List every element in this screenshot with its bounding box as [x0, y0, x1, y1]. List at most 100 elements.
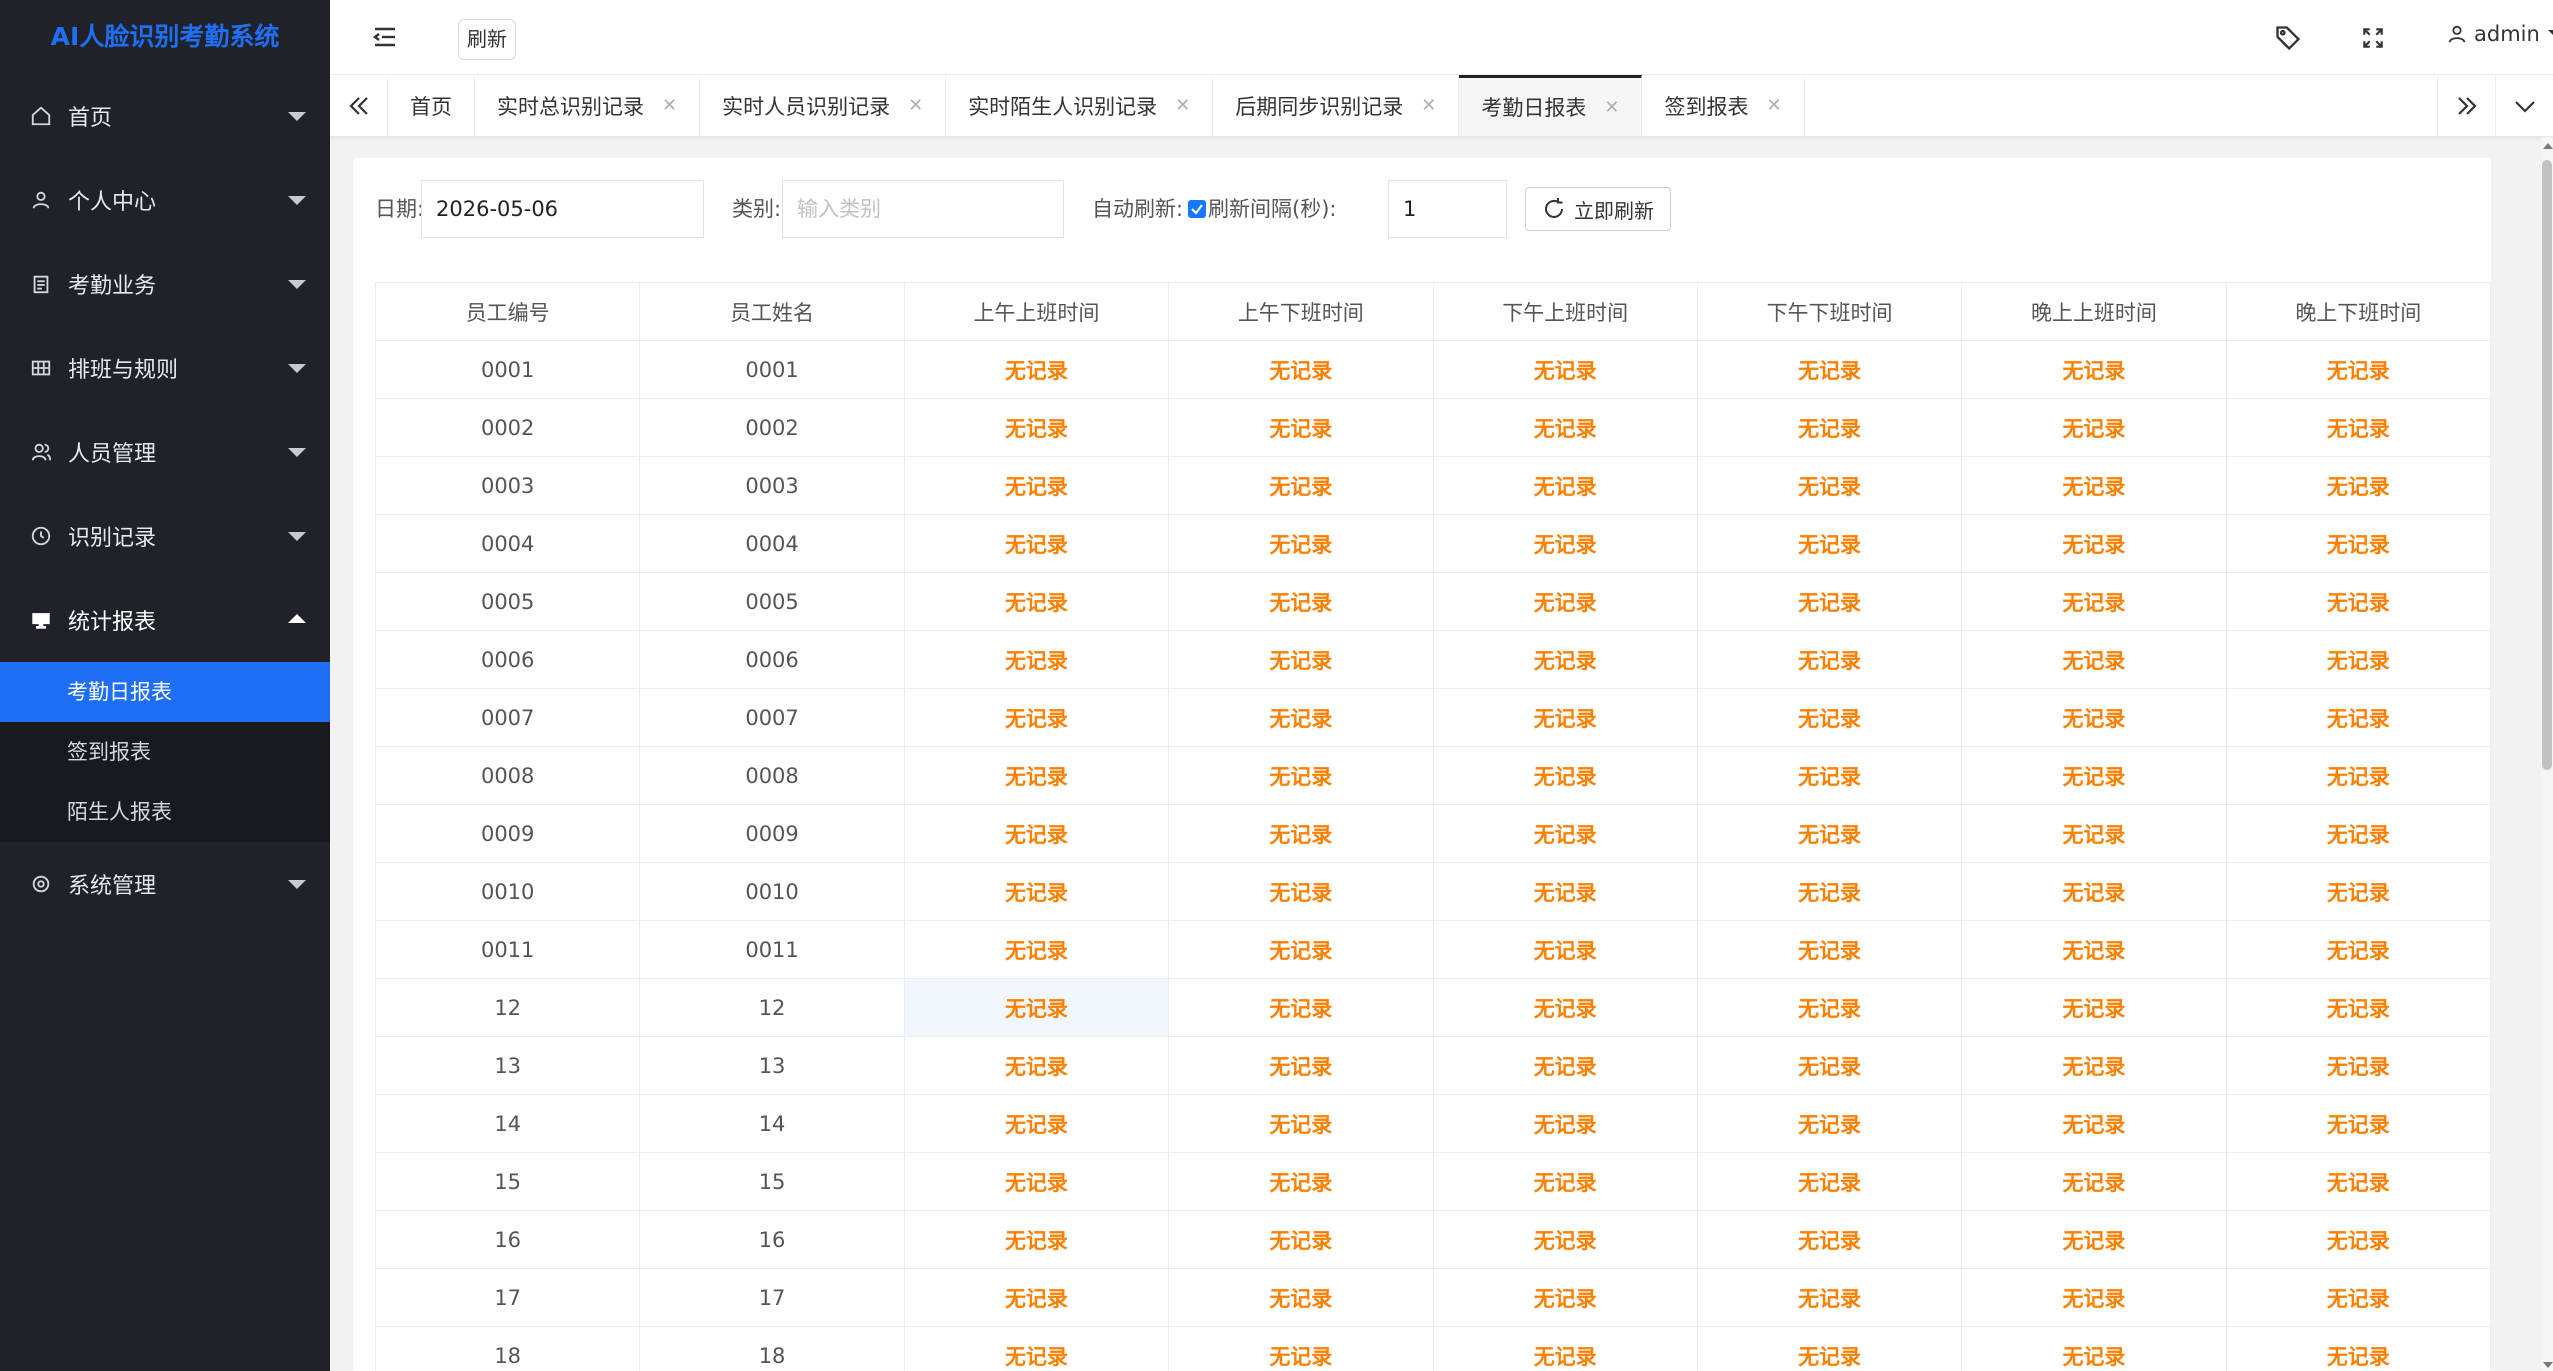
tab-realtime-stranger[interactable]: 实时陌生人识别记录 ✕: [946, 75, 1214, 136]
table-row[interactable]: 0009 0009 无记录 无记录 无记录 无记录 无记录 无记录: [375, 804, 2491, 863]
table-row[interactable]: 12 12 无记录 无记录 无记录 无记录 无记录 无记录: [375, 978, 2491, 1037]
time-cell: 无记录: [903, 804, 1170, 863]
sidebar-item-attendance[interactable]: 考勤业务: [0, 242, 330, 326]
table-row[interactable]: 0005 0005 无记录 无记录 无记录 无记录 无记录 无记录: [375, 572, 2491, 631]
sidebar-subitem-signin-report[interactable]: 签到报表: [0, 722, 330, 782]
refresh-now-button[interactable]: 立即刷新: [1525, 187, 1671, 231]
table-row[interactable]: 16 16 无记录 无记录 无记录 无记录 无记录 无记录: [375, 1210, 2491, 1269]
fullscreen-icon[interactable]: [2360, 25, 2386, 51]
time-cell: 无记录: [1168, 804, 1434, 863]
table-row[interactable]: 0007 0007 无记录 无记录 无记录 无记录 无记录 无记录: [375, 688, 2491, 747]
time-cell: 无记录: [2225, 978, 2491, 1037]
column-header[interactable]: 员工编号: [375, 282, 641, 341]
table-row[interactable]: 0011 0011 无记录 无记录 无记录 无记录 无记录 无记录: [375, 920, 2491, 979]
close-icon[interactable]: ✕: [662, 95, 677, 116]
column-header[interactable]: 上午上班时间: [903, 282, 1170, 341]
close-icon[interactable]: ✕: [1604, 97, 1619, 118]
time-cell: 无记录: [1961, 514, 2227, 573]
tag-icon[interactable]: [2274, 24, 2302, 52]
user-icon: [2448, 25, 2466, 43]
auto-refresh-checkbox[interactable]: [1188, 200, 1206, 218]
sidebar-item-label: 人员管理: [68, 442, 157, 467]
time-cell: 无记录: [2225, 1210, 2491, 1269]
date-input[interactable]: [421, 180, 704, 238]
table-row[interactable]: 18 18 无记录 无记录 无记录 无记录 无记录 无记录: [375, 1326, 2491, 1371]
scroll-up-arrow-icon[interactable]: [2543, 143, 2553, 149]
column-header[interactable]: 上午下班时间: [1168, 282, 1434, 341]
time-cell: 无记录: [903, 340, 1170, 399]
table-row[interactable]: 0001 0001 无记录 无记录 无记录 无记录 无记录 无记录: [375, 340, 2491, 399]
employee-id-cell: 15: [375, 1152, 641, 1211]
sidebar-item-profile[interactable]: 个人中心: [0, 158, 330, 242]
user-icon: [28, 187, 54, 213]
tabs-scroll-right-icon[interactable]: [2437, 75, 2495, 136]
category-input[interactable]: [782, 180, 1064, 238]
page-scrollbar-thumb[interactable]: [2542, 160, 2552, 770]
tab-realtime-person[interactable]: 实时人员识别记录 ✕: [700, 75, 947, 136]
column-header[interactable]: 晚上上班时间: [1961, 282, 2227, 341]
date-label: 日期:: [375, 197, 425, 221]
interval-input[interactable]: [1388, 180, 1507, 238]
column-header[interactable]: 下午下班时间: [1696, 282, 1963, 341]
table-row[interactable]: 0004 0004 无记录 无记录 无记录 无记录 无记录 无记录: [375, 514, 2491, 573]
tab-label: 考勤日报表: [1481, 96, 1587, 120]
time-cell: 无记录: [1696, 456, 1963, 515]
sidebar-subitem-daily-report[interactable]: 考勤日报表: [0, 662, 330, 722]
close-icon[interactable]: ✕: [1175, 95, 1190, 116]
tab-signin-report[interactable]: 签到报表 ✕: [1642, 75, 1805, 136]
user-menu[interactable]: admin: [2446, 22, 2553, 46]
tabs-scroll-left-icon[interactable]: [330, 75, 388, 136]
time-cell: 无记录: [1961, 746, 2227, 805]
time-cell: 无记录: [903, 1210, 1170, 1269]
time-cell: 无记录: [903, 1152, 1170, 1211]
time-cell: 无记录: [903, 630, 1170, 689]
tab-daily-report[interactable]: 考勤日报表 ✕: [1459, 75, 1643, 136]
employee-id-cell: 0001: [375, 340, 641, 399]
tab-home[interactable]: 首页: [388, 75, 475, 136]
table-row[interactable]: 15 15 无记录 无记录 无记录 无记录 无记录 无记录: [375, 1152, 2491, 1211]
time-cell: 无记录: [2225, 1094, 2491, 1153]
column-header[interactable]: 员工姓名: [639, 282, 905, 341]
time-cell: 无记录: [1168, 1094, 1434, 1153]
table-row[interactable]: 0008 0008 无记录 无记录 无记录 无记录 无记录 无记录: [375, 746, 2491, 805]
employee-id-cell: 0002: [375, 398, 641, 457]
tab-realtime-all[interactable]: 实时总识别记录 ✕: [475, 75, 701, 136]
tabs-menu-chevron-down-icon[interactable]: [2495, 75, 2553, 136]
column-header[interactable]: 晚上下班时间: [2225, 282, 2491, 341]
table-row[interactable]: 0003 0003 无记录 无记录 无记录 无记录 无记录 无记录: [375, 456, 2491, 515]
table-row[interactable]: 0006 0006 无记录 无记录 无记录 无记录 无记录 无记录: [375, 630, 2491, 689]
tab-label: 首页: [410, 94, 452, 119]
app-title: AI人脸识别考勤系统: [50, 22, 280, 51]
time-cell: 无记录: [1432, 572, 1698, 631]
time-cell: 无记录: [903, 1036, 1170, 1095]
time-cell: 无记录: [903, 514, 1170, 573]
sidebar-item-reports[interactable]: 统计报表: [0, 578, 330, 662]
time-cell: 无记录: [903, 920, 1170, 979]
scroll-down-arrow-icon[interactable]: [2543, 1362, 2553, 1368]
column-header[interactable]: 下午上班时间: [1432, 282, 1698, 341]
sidebar-item-personnel[interactable]: 人员管理: [0, 410, 330, 494]
close-icon[interactable]: ✕: [1766, 95, 1781, 116]
tab-label: 后期同步识别记录: [1235, 94, 1404, 119]
sidebar-item-system[interactable]: 系统管理: [0, 842, 330, 926]
tab-sync-records[interactable]: 后期同步识别记录 ✕: [1213, 75, 1460, 136]
sidebar-subitem-stranger-report[interactable]: 陌生人报表: [0, 782, 330, 842]
menu-toggle-icon[interactable]: [372, 24, 398, 50]
close-icon[interactable]: ✕: [1421, 95, 1436, 116]
table-row[interactable]: 14 14 无记录 无记录 无记录 无记录 无记录 无记录: [375, 1094, 2491, 1153]
close-icon[interactable]: ✕: [908, 95, 923, 116]
refresh-button[interactable]: 刷新: [458, 19, 516, 60]
time-cell: 无记录: [1961, 1036, 2227, 1095]
sidebar-item-home[interactable]: 首页: [0, 74, 330, 158]
table-row[interactable]: 0010 0010 无记录 无记录 无记录 无记录 无记录 无记录: [375, 862, 2491, 921]
sidebar-item-schedule[interactable]: 排班与规则: [0, 326, 330, 410]
chevron-down-icon: [2547, 30, 2553, 38]
tab-bar: 首页 实时总识别记录 ✕ 实时人员识别记录 ✕ 实时陌生人识别记录 ✕ 后期同步识别记…: [330, 75, 2553, 137]
table-body: 0001 0001 无记录 无记录 无记录 无记录 无记录 无记录 0002 0002 无记录 无记录…: [375, 340, 2491, 1371]
table-row[interactable]: 13 13 无记录 无记录 无记录 无记录 无记录 无记录: [375, 1036, 2491, 1095]
sidebar-item-label: 考勤业务: [68, 274, 157, 299]
time-cell: 无记录: [1168, 398, 1434, 457]
table-row[interactable]: 17 17 无记录 无记录 无记录 无记录 无记录 无记录: [375, 1268, 2491, 1327]
sidebar-item-records[interactable]: 识别记录: [0, 494, 330, 578]
table-row[interactable]: 0002 0002 无记录 无记录 无记录 无记录 无记录 无记录: [375, 398, 2491, 457]
